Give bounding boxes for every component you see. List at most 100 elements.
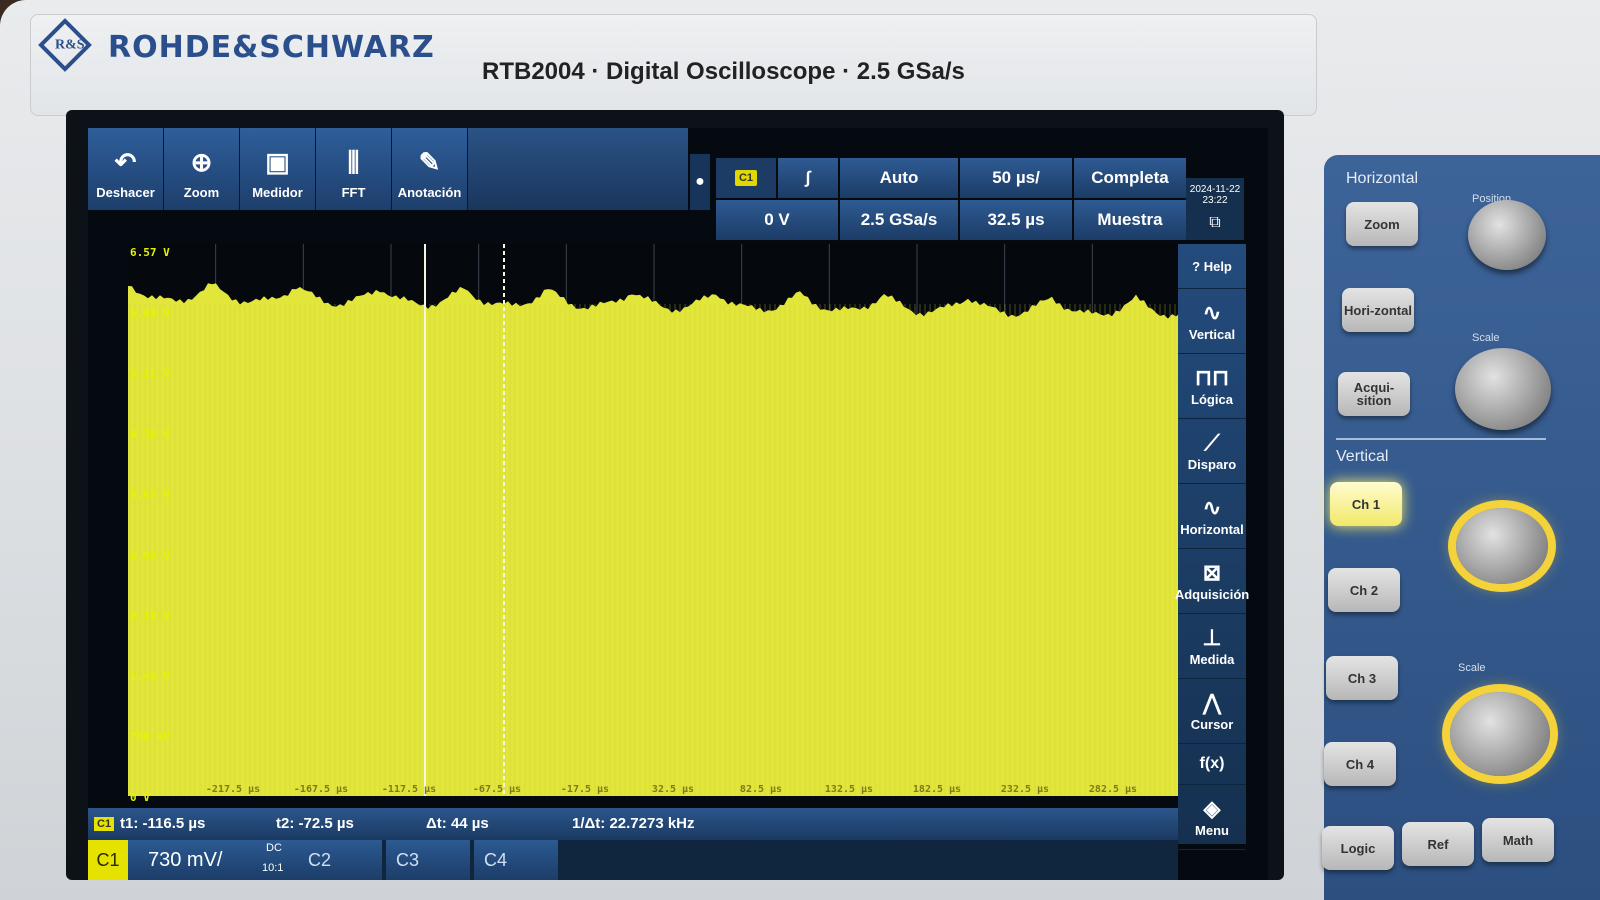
- y-axis-label: 5.84 V: [130, 306, 170, 320]
- menu-icon: ◈: [1203, 795, 1221, 821]
- math-hardware-button[interactable]: Math: [1482, 818, 1554, 862]
- zoom-icon: ⊕: [190, 147, 213, 177]
- zoom-label: Zoom: [183, 185, 220, 200]
- channel-1-box[interactable]: C1 730 mV/ DC 10:1: [88, 840, 298, 880]
- vertical-position-knob[interactable]: [1456, 508, 1548, 584]
- logic-icon: ⊓⊓: [1194, 364, 1230, 390]
- channel-bar: C1 730 mV/ DC 10:1 C2 C3 C4: [88, 840, 1178, 880]
- toolbar-spacer: [468, 128, 688, 210]
- fft-label: FFT: [341, 185, 366, 200]
- h-scale-knob-label: Scale: [1472, 332, 1500, 344]
- x-axis-label: 82.5 µs: [739, 784, 783, 795]
- ch4-hardware-button[interactable]: Ch 4: [1324, 742, 1396, 786]
- meter-label: Medidor: [252, 185, 303, 200]
- x-axis-label: -17.5 µs: [560, 784, 610, 795]
- sidebar-item-help[interactable]: ? Help: [1178, 244, 1246, 289]
- x-axis-label: -167.5 µs: [293, 784, 349, 795]
- annotation-button[interactable]: ✎ Anotación: [392, 128, 468, 210]
- cursor-readout: C1 t1: -116.5 µs t2: -72.5 µs Δt: 44 µs …: [88, 808, 1178, 840]
- channel-2-box[interactable]: C2: [298, 840, 382, 880]
- acquisition-hardware-button[interactable]: Acqui-sition: [1338, 372, 1410, 416]
- fft-icon: ⫼: [347, 147, 360, 177]
- x-axis-label: -117.5 µs: [381, 784, 437, 795]
- trigger-level[interactable]: 0 V: [716, 200, 838, 240]
- cursor-delta: Δt: 44 µs: [426, 815, 489, 832]
- trigger-marker-icon[interactable]: ●: [690, 154, 710, 210]
- right-sidebar: ? Help ∿ Vertical ⊓⊓ Lógica ⟋ Disparo ∿ Hori…: [1175, 244, 1249, 850]
- toolbar: ↶ Deshacer ⊕ Zoom ▣ Medidor ⫼ FFT ✎ Anotación: [88, 128, 688, 210]
- acquisition-mode[interactable]: Muestra: [1074, 200, 1186, 240]
- channel-1-scale: 730 mV/: [148, 849, 223, 871]
- position-knob[interactable]: [1468, 200, 1546, 270]
- sidebar-item-cursor[interactable]: ⋀ Cursor: [1178, 679, 1246, 744]
- network-icon: ⧉: [1209, 214, 1221, 231]
- math-icon: f(x): [1199, 755, 1225, 772]
- sidebar-item-horizontal[interactable]: ∿ Horizontal: [1178, 484, 1246, 549]
- zoom-button[interactable]: ⊕ Zoom: [164, 128, 240, 210]
- y-axis-label: 0 V: [130, 790, 150, 804]
- sidebar-item-trigger[interactable]: ⟋ Disparo: [1178, 419, 1246, 484]
- vertical-scale-knob[interactable]: [1450, 692, 1550, 776]
- channel-1-label: C1: [88, 840, 128, 880]
- sidebar-item-vertical[interactable]: ∿ Vertical: [1178, 289, 1246, 354]
- sidebar-item-measure[interactable]: ⊥ Medida: [1178, 614, 1246, 679]
- horizontal-position[interactable]: 32.5 µs: [960, 200, 1072, 240]
- ch2-hardware-button[interactable]: Ch 2: [1328, 568, 1400, 612]
- x-axis-label: 32.5 µs: [651, 784, 695, 795]
- record-mode[interactable]: Completa: [1074, 158, 1186, 198]
- undo-button[interactable]: ↶ Deshacer: [88, 128, 164, 210]
- meter-button[interactable]: ▣ Medidor: [240, 128, 316, 210]
- sample-rate[interactable]: 2.5 GSa/s: [840, 200, 958, 240]
- ch1-hardware-button[interactable]: Ch 1: [1330, 482, 1402, 526]
- sidebar-item-menu[interactable]: ◈ Menu: [1178, 785, 1246, 850]
- y-axis-label: 2.92 V: [130, 548, 170, 562]
- time-text: 23:22: [1202, 195, 1228, 206]
- x-axis-label: 182.5 µs: [912, 784, 962, 795]
- acquisition-params: C1 ∫ Auto 50 µs/ Completa 0 V 2.5 GSa/s …: [716, 158, 1186, 240]
- y-axis-label: 2.19 V: [130, 609, 170, 622]
- y-axis-label: 4.38 V: [130, 427, 170, 441]
- horizontal-section-title: Horizontal: [1346, 170, 1419, 187]
- sidebar-item-math[interactable]: f(x): [1178, 744, 1246, 785]
- horizontal-hardware-button[interactable]: Hori-zontal: [1342, 288, 1414, 332]
- cursor-t1[interactable]: t1: -116.5 µs: [120, 815, 205, 832]
- vertical-icon: ∿: [1202, 299, 1222, 325]
- model-title: RTB2004 · Digital Oscilloscope · 2.5 GSa…: [482, 58, 965, 85]
- trigger-slope[interactable]: ∫: [778, 158, 838, 198]
- time-scale[interactable]: 50 µs/: [960, 158, 1072, 198]
- date-time: 2024-11-22 23:22 ⧉: [1186, 178, 1244, 240]
- x-axis-label: 232.5 µs: [1000, 784, 1050, 795]
- horizontal-scale-knob[interactable]: [1455, 348, 1551, 430]
- y-axis-label: 5.11 V: [130, 367, 170, 380]
- annotation-label: Anotación: [397, 185, 462, 200]
- channel-1-probe: 10:1: [262, 862, 284, 874]
- panel-divider: [1336, 438, 1546, 440]
- channel-4-box[interactable]: C4: [474, 840, 558, 880]
- ref-hardware-button[interactable]: Ref: [1402, 822, 1474, 866]
- y-axis-label: 730 mV: [130, 730, 170, 743]
- x-axis-label: -67.5 µs: [472, 784, 522, 795]
- measure-icon: ⊥: [1202, 624, 1222, 650]
- oscilloscope-screen: ↶ Deshacer ⊕ Zoom ▣ Medidor ⫼ FFT ✎ Anotación…: [88, 128, 1268, 880]
- sidebar-item-logic[interactable]: ⊓⊓ Lógica: [1178, 354, 1246, 419]
- horizontal-icon: ∿: [1202, 494, 1222, 520]
- pencil-icon: ✎: [418, 147, 441, 177]
- cursor-source-badge: C1: [94, 817, 115, 831]
- channel-3-box[interactable]: C3: [386, 840, 470, 880]
- trigger-source[interactable]: C1: [716, 158, 776, 198]
- v-scale-knob-label: Scale: [1458, 662, 1486, 674]
- x-axis-label: 132.5 µs: [824, 784, 874, 795]
- waveform-display[interactable]: [128, 244, 1180, 796]
- trigger-mode[interactable]: Auto: [840, 158, 958, 198]
- cursor-icon: ⋀: [1202, 689, 1222, 715]
- meter-icon: ▣: [265, 147, 290, 177]
- fft-button[interactable]: ⫼ FFT: [316, 128, 392, 210]
- logic-hardware-button[interactable]: Logic: [1322, 826, 1394, 870]
- cursor-t2[interactable]: t2: -72.5 µs: [276, 815, 354, 832]
- y-axis-label: 1.46 V: [130, 669, 170, 683]
- cursor-frequency: 1/Δt: 22.7273 kHz: [572, 815, 695, 832]
- ch3-hardware-button[interactable]: Ch 3: [1326, 656, 1398, 700]
- zoom-hardware-button[interactable]: Zoom: [1346, 202, 1418, 246]
- sidebar-item-acquisition[interactable]: ⊠ Adquisición: [1175, 549, 1249, 614]
- vertical-section-title: Vertical: [1336, 448, 1389, 465]
